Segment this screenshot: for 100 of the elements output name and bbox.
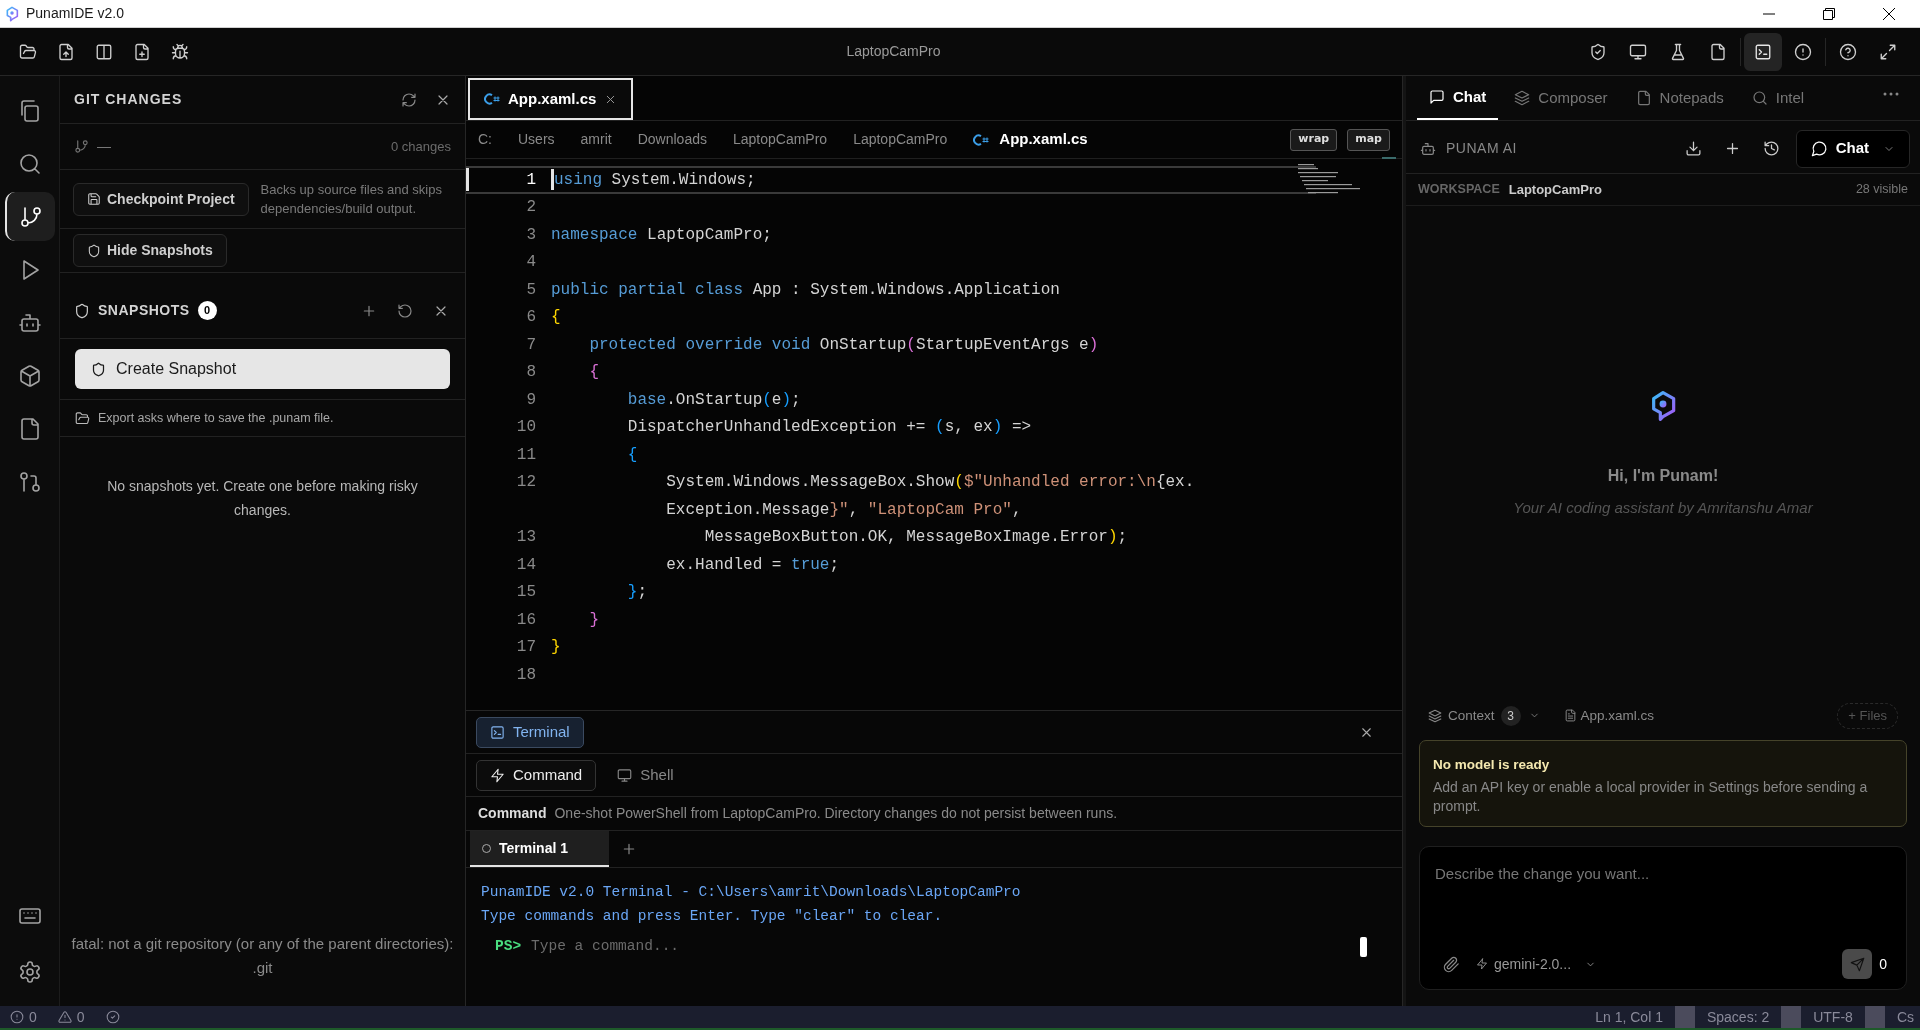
status-item[interactable]: Spaces: 2 (1694, 1006, 1782, 1028)
check-icon[interactable] (105, 1010, 120, 1024)
more-icon[interactable] (1883, 91, 1899, 97)
editor-tab[interactable]: App.xaml.cs (468, 78, 634, 120)
status-item[interactable]: Ln 1, Col 1 (1583, 1006, 1675, 1028)
line-number: 17 (516, 638, 536, 657)
download-icon[interactable] (1684, 140, 1702, 157)
code-line: protected override void OnStartup(StartupEventArgs e) (588, 334, 1099, 356)
prompt-box[interactable]: Describe the change you want... gemini-2.0... 0 (1419, 846, 1907, 990)
chat-tab[interactable]: Composer (1502, 76, 1620, 120)
status-item[interactable]: UTF-8 (1801, 1006, 1865, 1028)
history-icon[interactable] (1762, 140, 1780, 157)
search-icon (1751, 90, 1768, 106)
code-line: { (551, 307, 561, 329)
code-line: } (588, 609, 599, 631)
restore-icon[interactable] (1822, 6, 1836, 21)
send-count: 0 (1879, 954, 1887, 974)
context-label: Context (1448, 706, 1495, 725)
line-number: 3 (526, 225, 536, 244)
folder-icon[interactable] (19, 42, 37, 61)
mode-tab[interactable]: Command (476, 759, 597, 791)
breadcrumb-item[interactable]: amrit (580, 129, 612, 150)
tagline: Your AI coding assistant by Amritanshu Amar (1513, 499, 1813, 516)
folder-icon (75, 410, 90, 426)
breadcrumb-item[interactable]: Downloads (637, 129, 707, 150)
toggle-button[interactable]: wrap (1290, 128, 1338, 151)
note-icon (1635, 90, 1652, 106)
search-icon (17, 151, 42, 176)
checkpoint-button[interactable]: Checkpoint Project (73, 182, 249, 216)
file-upload-icon[interactable] (57, 42, 75, 61)
warning-icon[interactable] (57, 1010, 72, 1024)
prompt-label: PS> (495, 937, 522, 956)
shield-check-icon (1589, 42, 1607, 61)
breadcrumb-item[interactable]: Users (518, 129, 555, 150)
line-number: 12 (516, 473, 536, 492)
change-count: 0 changes (391, 137, 451, 156)
mode-dropdown[interactable]: Chat (1795, 129, 1910, 168)
error-icon[interactable] (10, 1010, 24, 1024)
toggle-button[interactable]: map (1347, 128, 1390, 151)
model-selector[interactable]: gemini-2.0... (1476, 953, 1597, 975)
toolbar-button[interactable] (1744, 32, 1782, 71)
command-input[interactable]: Type a command... (531, 936, 1360, 958)
shield-icon (87, 243, 101, 258)
file-icon (1563, 709, 1577, 723)
branch-name: — (97, 137, 111, 156)
chat-tab[interactable]: Chat (1417, 76, 1499, 120)
chat-icon (1429, 89, 1445, 105)
code-line: using System.Windows; (554, 169, 756, 191)
workspace-name: LaptopCamPro (1508, 180, 1602, 199)
line-number: 2 (526, 198, 536, 217)
count-badge: 3 (1500, 705, 1521, 726)
bolt-icon (490, 767, 505, 783)
layers-icon (1514, 90, 1531, 106)
line-number: 5 (526, 280, 536, 299)
monitor-icon (1629, 42, 1647, 61)
panel-title: GIT CHANGES (74, 90, 183, 109)
prompt-input[interactable]: Describe the change you want... (1435, 863, 1891, 949)
line-number: 15 (516, 583, 536, 602)
code-line: Exception.Message}", "LaptopCam Pro", (665, 499, 1022, 521)
breadcrumb-item[interactable]: LaptopCamPro (732, 129, 828, 150)
status-item[interactable]: Cs (1884, 1006, 1920, 1028)
code-line: MessageBoxButton.OK, MessageBoxImage.Error); (703, 527, 1128, 549)
chat-tab[interactable]: Intel (1739, 76, 1817, 120)
activity-item[interactable] (4, 192, 55, 241)
breadcrumb-item[interactable]: LaptopCamPro (853, 129, 948, 150)
greeting: Hi, I'm Punam! (1607, 467, 1719, 484)
bug-icon[interactable] (171, 42, 189, 61)
warning-title: No model is ready (1433, 755, 1551, 774)
breadcrumb-item[interactable]: C: (478, 129, 492, 150)
bolt-icon (1476, 958, 1488, 970)
warning-count: 0 (76, 1007, 85, 1027)
pull-request-icon (17, 469, 42, 494)
reset-icon[interactable] (397, 302, 413, 319)
paperclip-icon[interactable] (1443, 955, 1460, 973)
terminal-icon (490, 724, 505, 740)
code-line: { (626, 444, 638, 466)
create-snapshot-button[interactable]: Create Snapshot (75, 349, 450, 389)
chat-bubble-icon (1810, 140, 1828, 157)
terminal-button[interactable]: Terminal (476, 716, 584, 748)
line-number: 10 (516, 418, 536, 437)
app-logo (4, 5, 20, 22)
line-number: 6 (526, 308, 536, 327)
split-view-icon[interactable] (95, 42, 113, 61)
chat-tab[interactable]: Notepads (1623, 76, 1736, 120)
refresh-icon[interactable] (401, 91, 417, 108)
monitor-icon (617, 767, 633, 783)
code-line: base.OnStartup(e); (626, 389, 801, 411)
mode-tab[interactable]: Shell (604, 759, 687, 791)
hide-snapshots-button[interactable]: Hide Snapshots (73, 234, 227, 267)
terminal-tab[interactable]: Terminal 1 (470, 831, 609, 867)
assistant-label: PUNAM AI (1446, 139, 1517, 158)
new-file-icon[interactable] (133, 42, 151, 61)
code-line: ex.Handled = true; (665, 554, 840, 576)
close-icon[interactable] (1882, 6, 1896, 21)
breadcrumb-file[interactable]: App.xaml.cs (999, 128, 1088, 151)
code-line: { (588, 362, 599, 384)
settings-icon[interactable] (17, 960, 42, 984)
line-number: 9 (526, 390, 536, 409)
code-line: }; (626, 582, 648, 604)
count-badge: 0 (197, 301, 217, 320)
